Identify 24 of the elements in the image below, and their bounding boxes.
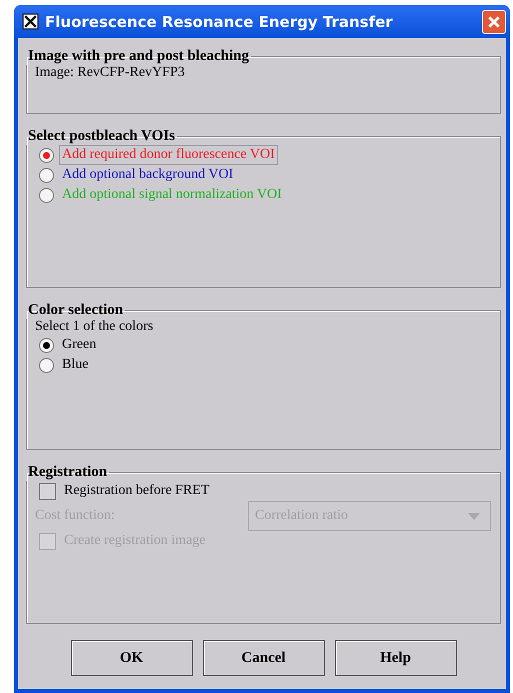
dialog-button[interactable]: OK: [70, 640, 192, 676]
x-mark-icon: [22, 13, 39, 30]
radio-label[interactable]: Green: [59, 335, 100, 355]
dialog-button[interactable]: Help: [334, 640, 456, 676]
radio-button[interactable]: [39, 168, 54, 182]
window-title: Fluorescence Resonance Energy Transfer: [45, 12, 394, 30]
checkbox-label[interactable]: Registration before FRET: [61, 481, 212, 501]
image-name-label: Image: RevCFP-RevYFP3: [35, 65, 186, 81]
radio-button[interactable]: [39, 358, 54, 372]
group-title: Registration: [27, 464, 108, 481]
radio-label[interactable]: Blue: [59, 355, 92, 375]
radio-button[interactable]: [39, 338, 54, 352]
close-button[interactable]: [482, 10, 506, 34]
prompt-label: Select 1 of the colors: [35, 319, 154, 335]
checkbox[interactable]: [39, 482, 56, 500]
group-title: Image with pre and post bleaching: [27, 48, 250, 65]
dialog-button[interactable]: Cancel: [202, 640, 324, 676]
radio-label[interactable]: Add optional background VOI: [59, 165, 236, 185]
caret-icon: [468, 512, 480, 520]
close-icon: [487, 14, 501, 28]
radio-button[interactable]: [39, 148, 54, 162]
group-title: Select postbleach VOIs: [27, 128, 176, 145]
group-title: Color selection: [27, 302, 124, 319]
radio-button[interactable]: [39, 188, 54, 202]
